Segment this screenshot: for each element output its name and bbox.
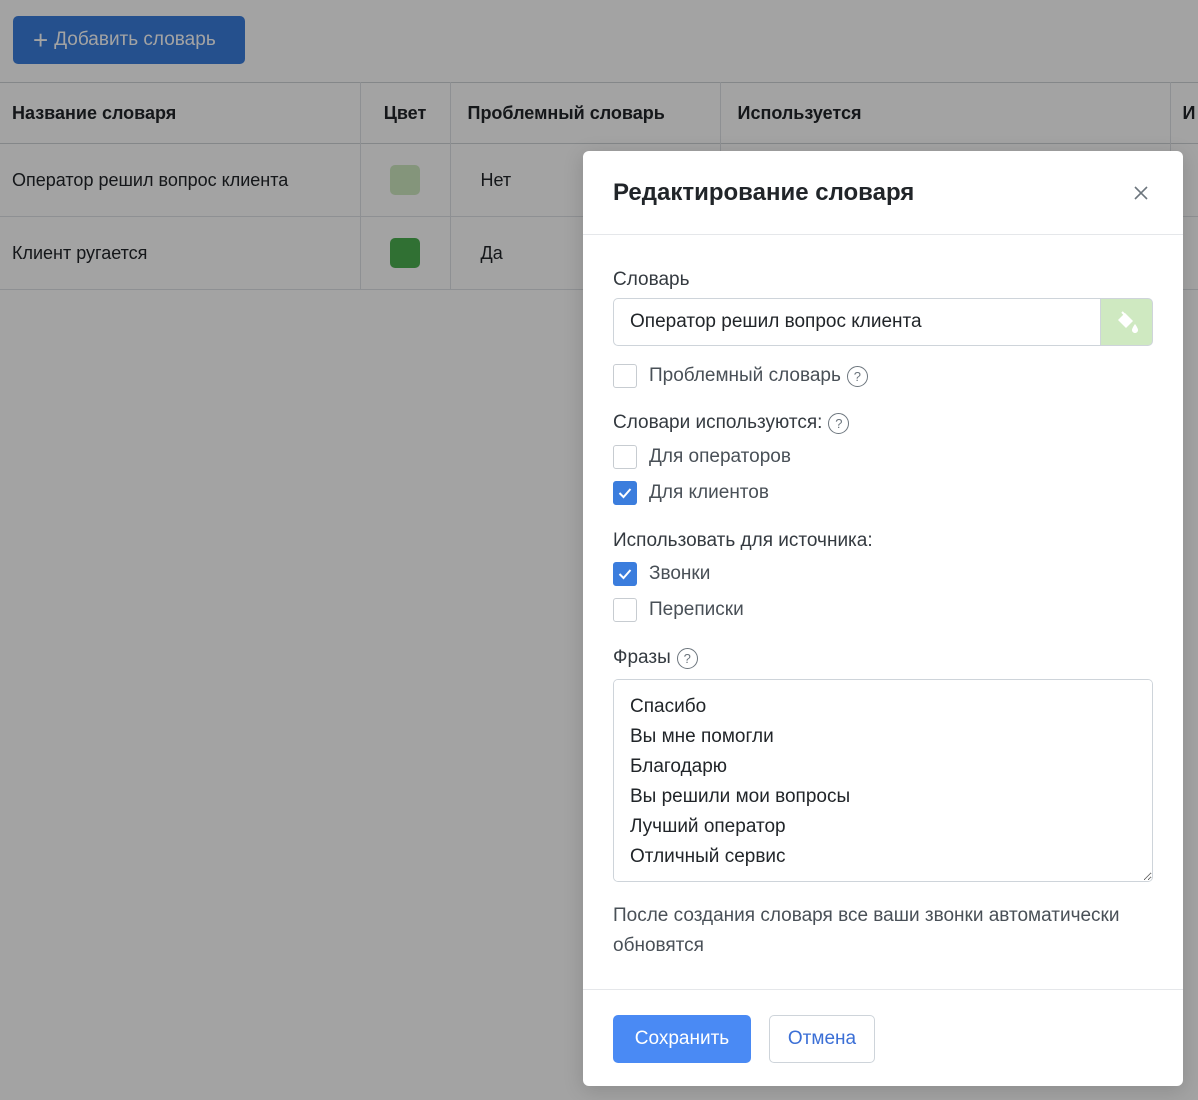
dictionaries-used-label: Словари используются: ?: [613, 412, 850, 434]
source-chats-checkbox[interactable]: [613, 598, 637, 622]
paint-bucket-icon: [1117, 311, 1138, 333]
dictionaries-used-text: Словари используются:: [613, 412, 823, 433]
cancel-button[interactable]: Отмена: [769, 1015, 875, 1063]
problem-dictionary-label: Проблемный словарь: [649, 365, 841, 386]
source-label: Использовать для источника:: [613, 530, 873, 551]
checkmark-icon: [618, 569, 632, 580]
used-for-operators-option[interactable]: Для операторов: [613, 445, 791, 469]
used-for-operators-label: Для операторов: [649, 446, 791, 467]
source-chats-option[interactable]: Переписки: [613, 598, 744, 622]
used-for-clients-option[interactable]: Для клиентов: [613, 481, 769, 505]
modal-header: Редактирование словаря: [583, 151, 1183, 235]
save-button[interactable]: Сохранить: [613, 1015, 751, 1063]
phrases-label: Фразы ?: [613, 647, 698, 669]
modal-title: Редактирование словаря: [613, 179, 915, 206]
dictionary-label: Словарь: [613, 269, 690, 290]
modal-footer: Сохранить Отмена: [583, 989, 1183, 1086]
close-button[interactable]: [1127, 179, 1155, 207]
source-calls-option[interactable]: Звонки: [613, 562, 710, 586]
problem-dictionary-checkbox[interactable]: [613, 364, 637, 388]
help-icon[interactable]: ?: [846, 365, 868, 387]
phrases-textarea[interactable]: Спасибо Вы мне помогли Благодарю Вы реши…: [613, 679, 1153, 882]
checkmark-icon: [618, 488, 632, 499]
used-for-clients-label: Для клиентов: [649, 482, 769, 503]
problem-dictionary-option[interactable]: Проблемный словарь ?: [613, 364, 868, 388]
close-icon: [1134, 186, 1148, 200]
source-calls-label: Звонки: [649, 563, 711, 584]
used-for-clients-checkbox[interactable]: [613, 481, 637, 505]
source-chats-label: Переписки: [649, 599, 744, 620]
auto-update-note: После создания словаря все ваши звонки а…: [613, 905, 1120, 956]
dictionary-input-group: [613, 298, 1153, 346]
used-for-operators-checkbox[interactable]: [613, 445, 637, 469]
phrases-label-text: Фразы: [613, 647, 671, 668]
edit-dictionary-modal: Редактирование словаря Словарь Проблемны…: [583, 151, 1183, 1086]
source-calls-checkbox[interactable]: [613, 562, 637, 586]
color-picker-button[interactable]: [1100, 298, 1153, 346]
help-icon[interactable]: ?: [676, 647, 698, 669]
help-icon[interactable]: ?: [828, 412, 850, 434]
dictionary-name-input[interactable]: [613, 298, 1100, 346]
